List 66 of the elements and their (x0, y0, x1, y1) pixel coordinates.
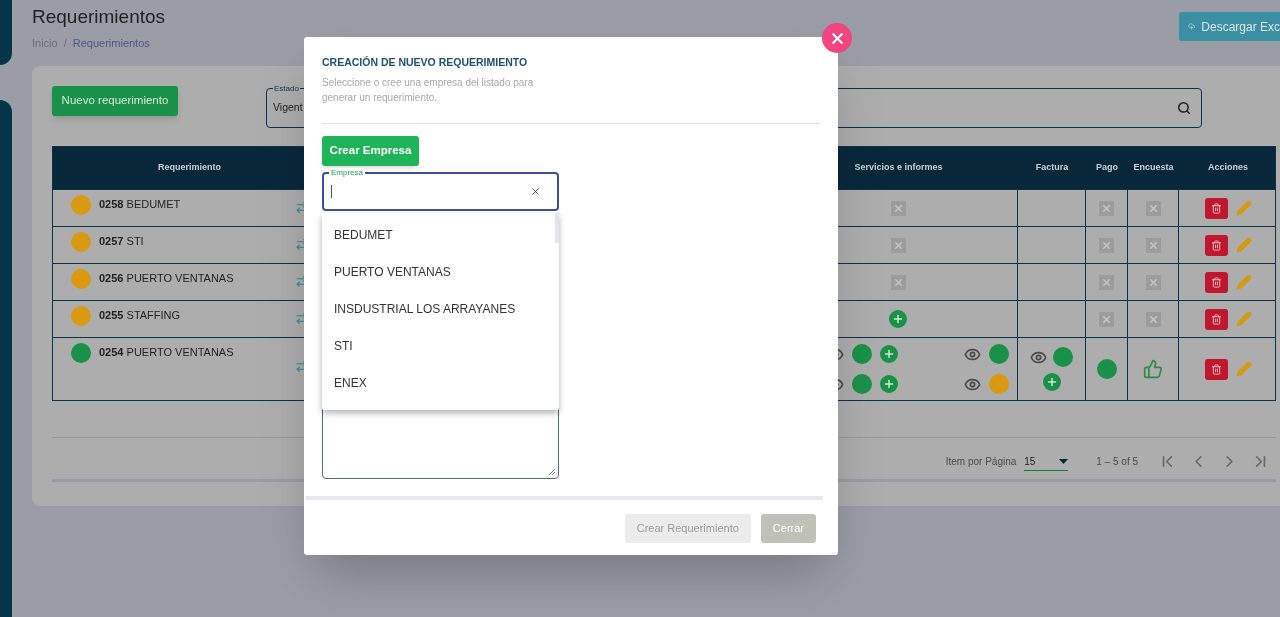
column-header: Servicios e informes (853, 161, 944, 175)
unavailable-icon (1145, 237, 1161, 253)
plus-icon (1045, 376, 1058, 388)
dropdown-option[interactable]: PUERTO VENTANAS (322, 253, 559, 291)
requirement-name: 0254 PUERTO VENTANAS (99, 345, 234, 360)
search-icon (1177, 101, 1191, 115)
unavailable-icon (1099, 274, 1114, 290)
close-button[interactable] (822, 23, 852, 53)
requirement-name: 0258 BEDUMET (99, 197, 181, 212)
unavailable-icon (890, 274, 906, 290)
add-button[interactable] (889, 310, 907, 328)
unavailable-icon (1145, 274, 1161, 290)
add-button[interactable] (880, 345, 898, 363)
column-header: Acciones (1207, 161, 1249, 175)
download-button[interactable]: Descargar Exc (1179, 12, 1280, 41)
unavailable-icon (1099, 200, 1114, 216)
new-requirement-button[interactable]: Nuevo requerimiento (52, 86, 178, 116)
clear-icon[interactable] (530, 185, 541, 197)
requirement-name: 0255 STAFFING (99, 308, 181, 323)
delete-button[interactable] (1204, 271, 1228, 293)
breadcrumb-link[interactable]: Requerimientos (72, 35, 150, 52)
unavailable-icon (1099, 237, 1114, 253)
trash-icon (1210, 239, 1222, 251)
sidebar-background (0, 0, 12, 65)
unavailable-icon (890, 237, 906, 253)
dropdown-option[interactable]: STI (322, 327, 559, 365)
cloud-upload-icon (1188, 20, 1196, 33)
add-button[interactable] (880, 375, 898, 393)
column-header: Requerimiento (157, 161, 222, 175)
unavailable-icon (890, 200, 906, 216)
trash-icon (1210, 363, 1222, 375)
company-field[interactable]: Empresa (322, 171, 559, 211)
create-company-button[interactable]: Crear Empresa (322, 135, 419, 166)
dropdown-option[interactable]: INSDUSTRIAL LOS ARRAYANES (322, 290, 559, 328)
dialog-title: CREACIÓN DE NUEVO REQUERIMIENTO (322, 55, 529, 70)
column-header: Factura (1034, 161, 1070, 175)
column-header: Encuesta (1132, 161, 1175, 175)
column-header: Pago (1095, 161, 1119, 175)
unavailable-icon (1145, 311, 1161, 327)
breadcrumb-separator: / (63, 36, 67, 51)
page-title: Requerimientos (32, 5, 166, 29)
dropdown-option[interactable]: BEDUMET (322, 216, 559, 254)
requirement-name: 0257 STI (99, 234, 144, 249)
delete-button[interactable] (1204, 358, 1228, 380)
trash-icon (1210, 202, 1222, 214)
thumbs-up-icon (1143, 359, 1163, 379)
caret-icon (1059, 458, 1069, 464)
plus-icon (883, 348, 895, 360)
close-dialog-button[interactable]: Cerrar (760, 513, 816, 543)
plus-icon (883, 378, 895, 390)
page-range: 1 – 5 of 5 (1096, 455, 1138, 469)
unavailable-icon (1145, 200, 1161, 216)
unavailable-icon (1099, 311, 1114, 327)
page-size-select[interactable]: 15 (1024, 452, 1069, 471)
delete-button[interactable] (1204, 197, 1228, 219)
plus-icon (892, 313, 904, 325)
requirement-name: 0256 PUERTO VENTANAS (99, 271, 234, 286)
resize-grip-icon (548, 467, 555, 475)
delete-button[interactable] (1204, 234, 1228, 256)
dialog-subtitle: Seleccione o cree una empresa del listado para generar un requerimiento. (322, 75, 535, 105)
delete-button[interactable] (1204, 308, 1228, 330)
add-button[interactable] (1042, 373, 1061, 391)
trash-icon (1210, 276, 1222, 288)
trash-icon (1210, 313, 1222, 325)
page-size-label: Item por Página (945, 455, 1017, 469)
dropdown-option[interactable]: ENEX (322, 364, 559, 402)
